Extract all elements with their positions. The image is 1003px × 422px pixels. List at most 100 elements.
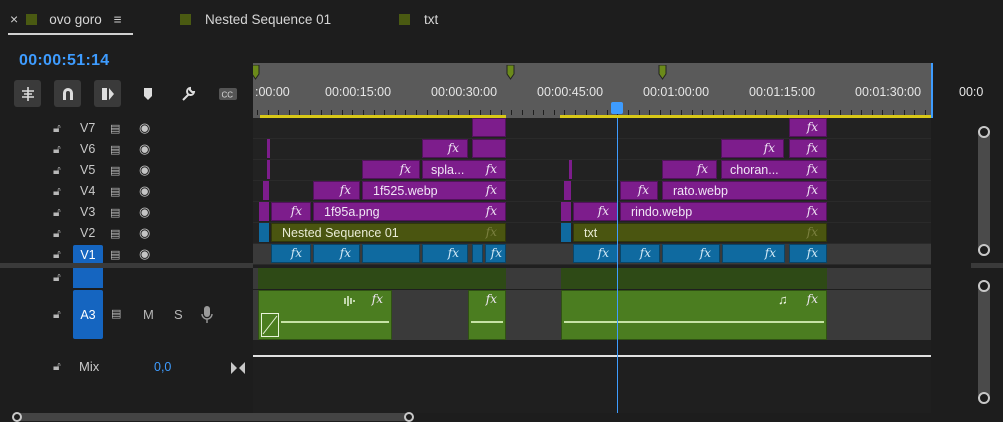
clip[interactable]: rindo.webp fx: [620, 202, 827, 221]
clip[interactable]: spla... fx: [422, 160, 506, 179]
eye-visibility-icon[interactable]: ◉: [139, 204, 150, 220]
eye-visibility-icon[interactable]: ◉: [139, 246, 150, 262]
nested-sequence-clip[interactable]: Nested Sequence 01 fx: [271, 223, 506, 242]
nested-sequence-clip[interactable]: txt fx: [573, 223, 827, 242]
lock-icon[interactable]: 🔓︎: [53, 247, 61, 262]
scrollbar-handle[interactable]: [978, 244, 990, 256]
clip[interactable]: rato.webp fx: [662, 181, 827, 200]
audio-tracks-scrollbar[interactable]: [978, 280, 990, 400]
playhead-timecode[interactable]: 00:00:51:14: [19, 52, 109, 70]
solo-button[interactable]: S: [174, 307, 183, 322]
clip[interactable]: fx: [573, 244, 618, 263]
scrollbar-handle[interactable]: [978, 280, 990, 292]
lock-icon[interactable]: 🔓︎: [53, 359, 61, 374]
clip[interactable]: fx: [662, 160, 717, 179]
clip[interactable]: fx: [789, 244, 827, 263]
eye-visibility-icon[interactable]: ◉: [139, 120, 150, 136]
clip-sliver[interactable]: [564, 181, 571, 200]
clip[interactable]: fx: [620, 181, 658, 200]
clip[interactable]: [362, 244, 420, 263]
marker-icon[interactable]: [658, 65, 668, 81]
clip-sliver[interactable]: [259, 202, 269, 221]
clip[interactable]: fx: [271, 202, 311, 221]
lock-icon[interactable]: 🔓︎: [53, 205, 61, 220]
audio-clip-collapsed[interactable]: [468, 268, 506, 289]
audio-clip[interactable]: fx: [258, 290, 392, 340]
tab-txt[interactable]: txt: [399, 0, 438, 38]
lock-icon[interactable]: 🔓︎: [53, 184, 61, 199]
audio-clip[interactable]: fx ♫: [561, 290, 827, 340]
insert-sequence-as-nest-icon[interactable]: [14, 80, 41, 107]
lock-icon[interactable]: 🔓︎: [53, 163, 61, 178]
clip[interactable]: [472, 118, 506, 137]
clip[interactable]: choran... fx: [721, 160, 827, 179]
tab-nested-sequence-01[interactable]: Nested Sequence 01: [180, 0, 331, 38]
marker-icon[interactable]: [253, 65, 261, 81]
lock-icon[interactable]: 🔓︎: [53, 307, 61, 322]
eye-visibility-icon[interactable]: ◉: [139, 162, 150, 178]
clip[interactable]: fx: [271, 244, 311, 263]
wrench-settings-icon[interactable]: [174, 80, 201, 107]
close-icon[interactable]: ×: [10, 11, 18, 27]
clip[interactable]: fx: [485, 244, 506, 263]
sync-lock-icon[interactable]: ▤: [110, 206, 120, 219]
eye-visibility-icon[interactable]: ◉: [139, 141, 150, 157]
audio-clip[interactable]: fx: [468, 290, 506, 340]
clip[interactable]: fx: [620, 244, 660, 263]
hamburger-menu-icon[interactable]: ≡: [114, 12, 122, 27]
sync-lock-icon[interactable]: ▤: [111, 307, 121, 320]
clip[interactable]: 1f95a.png fx: [313, 202, 506, 221]
lock-icon[interactable]: 🔓︎: [53, 121, 61, 136]
track-lane-v7[interactable]: [253, 118, 931, 139]
scrollbar-handle[interactable]: [978, 126, 990, 138]
sync-lock-icon[interactable]: ▤: [110, 122, 120, 135]
clip-sliver[interactable]: [259, 223, 269, 242]
clip[interactable]: fx: [722, 244, 785, 263]
mix-volume-line[interactable]: [253, 355, 931, 357]
audio-target-chip[interactable]: [73, 268, 103, 288]
mute-button[interactable]: M: [143, 307, 154, 322]
lock-icon[interactable]: 🔓︎: [53, 226, 61, 241]
snap-magnet-icon[interactable]: [54, 80, 81, 107]
clip[interactable]: fx: [789, 139, 827, 158]
sync-lock-icon[interactable]: ▤: [110, 164, 120, 177]
clip[interactable]: fx: [662, 244, 720, 263]
playhead-handle[interactable]: [611, 102, 623, 114]
microphone-icon[interactable]: [201, 306, 213, 324]
track-lane-v6[interactable]: [253, 139, 931, 160]
playhead-line[interactable]: [617, 118, 618, 413]
clip-sliver[interactable]: [263, 181, 269, 200]
track-a3-target[interactable]: A3: [73, 290, 103, 339]
sync-lock-icon[interactable]: ▤: [110, 248, 120, 261]
time-ruler[interactable]: :00:00 00:00:15:00 00:00:30:00 00:00:45:…: [253, 63, 931, 118]
add-marker-icon[interactable]: [134, 80, 161, 107]
linked-selection-icon[interactable]: [94, 80, 121, 107]
clip[interactable]: fx: [313, 244, 360, 263]
clip[interactable]: fx: [721, 139, 784, 158]
clip-sliver[interactable]: [561, 202, 571, 221]
lock-icon[interactable]: 🔓︎: [53, 142, 61, 157]
sync-lock-icon[interactable]: ▤: [110, 227, 120, 240]
clip-sliver[interactable]: [267, 139, 270, 158]
scrollbar-handle[interactable]: [978, 392, 990, 404]
clip[interactable]: [472, 139, 506, 158]
clip[interactable]: fx: [362, 160, 420, 179]
go-to-end-icon[interactable]: [231, 362, 245, 374]
clip[interactable]: fx: [313, 181, 360, 200]
clip[interactable]: fx: [573, 202, 618, 221]
video-tracks-scrollbar[interactable]: [978, 126, 990, 256]
clip-sliver[interactable]: [561, 223, 571, 242]
eye-visibility-icon[interactable]: ◉: [139, 183, 150, 199]
track-lane-v5[interactable]: [253, 160, 931, 181]
clip[interactable]: [472, 244, 483, 263]
clip[interactable]: fx: [422, 139, 468, 158]
clip-sliver[interactable]: [267, 160, 270, 179]
clip[interactable]: 1f525.webp fx: [362, 181, 506, 200]
zoom-scrollbar[interactable]: [16, 413, 412, 421]
clip-sliver[interactable]: [569, 160, 572, 179]
audio-clip-collapsed[interactable]: [561, 268, 827, 289]
mix-volume-value[interactable]: 0,0: [154, 360, 171, 374]
track-target-v1[interactable]: V1: [73, 245, 103, 264]
clip[interactable]: fx: [422, 244, 468, 263]
timeline-tracks-area[interactable]: fx fx fx fx fx spla... fx fx choran... fx …: [253, 118, 931, 413]
